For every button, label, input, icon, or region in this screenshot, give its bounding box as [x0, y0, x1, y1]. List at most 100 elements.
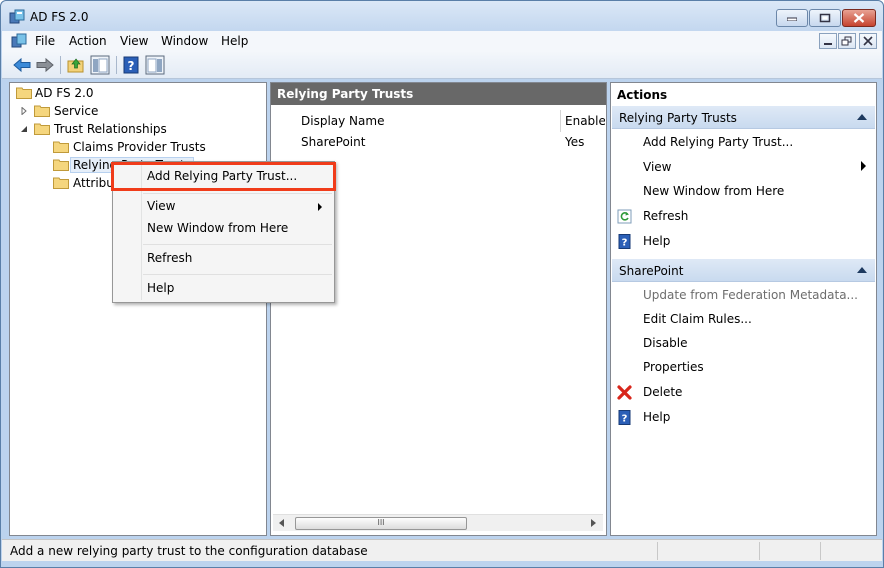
window-title: AD FS 2.0 — [30, 10, 89, 24]
results-pane-header: Relying Party Trusts — [271, 83, 606, 105]
console-tree-pane: AD FS 2.0 Service Trust Relationships Cl… — [9, 82, 267, 536]
horizontal-scrollbar[interactable]: III — [273, 514, 603, 531]
tree-trust-relationships-label: Trust Relationships — [54, 122, 167, 136]
folder-icon — [16, 87, 32, 99]
highlight-annotation-box — [111, 162, 336, 191]
folder-icon — [53, 177, 69, 189]
close-icon — [853, 13, 865, 23]
tree-item-trust-relationships[interactable]: Trust Relationships — [20, 120, 260, 138]
toolbar: ? — [2, 51, 882, 79]
toolbar-separator — [60, 56, 61, 74]
back-arrow-icon[interactable] — [12, 55, 32, 75]
tree-item-service[interactable]: Service — [20, 102, 260, 120]
action-help[interactable]: Help — [643, 234, 670, 248]
scrollbar-thumb[interactable]: III — [295, 517, 467, 530]
tree-service-label: Service — [54, 104, 99, 118]
context-new-window-from-here[interactable]: New Window from Here — [147, 221, 288, 235]
context-help[interactable]: Help — [147, 281, 174, 295]
minimize-icon — [787, 17, 797, 21]
tree-root-label: AD FS 2.0 — [35, 86, 94, 100]
menu-separator — [143, 193, 332, 194]
help-icon: ? — [618, 234, 631, 249]
restore-icon — [819, 13, 831, 23]
child-restore-button[interactable] — [838, 33, 856, 49]
tree-claims-provider-trusts-label: Claims Provider Trusts — [73, 140, 206, 154]
menu-help[interactable]: Help — [221, 34, 248, 48]
collapse-arrow-icon[interactable] — [857, 114, 867, 120]
help-icon: ? — [618, 410, 631, 425]
action-help[interactable]: Help — [643, 410, 670, 424]
maximize-button[interactable] — [809, 9, 841, 27]
menu-separator — [143, 244, 332, 245]
menu-view[interactable]: View — [120, 34, 148, 48]
actions-pane: Actions Relying Party Trusts Add Relying… — [610, 82, 877, 536]
section-title: SharePoint — [619, 264, 684, 278]
scroll-right-arrow-icon[interactable] — [591, 519, 596, 527]
toolbar-separator — [116, 56, 117, 74]
status-bar: Add a new relying party trust to the con… — [2, 539, 882, 561]
minimize-button[interactable] — [776, 9, 808, 27]
folder-icon — [53, 159, 69, 171]
folder-open-icon — [34, 123, 50, 135]
action-refresh[interactable]: Refresh — [643, 209, 688, 223]
child-minimize-button[interactable] — [819, 33, 837, 49]
collapse-arrow-icon[interactable] — [857, 267, 867, 273]
submenu-arrow-icon — [318, 203, 322, 211]
menu-action[interactable]: Action — [69, 34, 107, 48]
section-title: Relying Party Trusts — [619, 111, 737, 125]
context-view[interactable]: View — [147, 199, 175, 213]
column-header-enabled[interactable]: Enabled — [561, 110, 605, 132]
results-pane: Relying Party Trusts Display Name Enable… — [270, 82, 607, 536]
close-icon — [863, 36, 873, 46]
action-properties[interactable]: Properties — [643, 360, 704, 374]
cell-display-name: SharePoint — [301, 135, 366, 149]
action-view[interactable]: View — [643, 160, 671, 174]
status-separator — [657, 542, 658, 560]
refresh-icon — [617, 209, 632, 224]
restore-icon — [841, 36, 852, 46]
context-refresh[interactable]: Refresh — [147, 251, 192, 265]
help-icon[interactable]: ? — [121, 55, 141, 75]
action-new-window-from-here[interactable]: New Window from Here — [643, 184, 784, 198]
status-text: Add a new relying party trust to the con… — [10, 544, 368, 558]
delete-icon — [617, 385, 632, 400]
action-update-from-federation-metadata[interactable]: Update from Federation Metadata... — [643, 288, 858, 302]
action-delete[interactable]: Delete — [643, 385, 682, 399]
actions-section-relying-party-trusts[interactable]: Relying Party Trusts — [612, 106, 875, 129]
action-disable[interactable]: Disable — [643, 336, 688, 350]
actions-pane-title: Actions — [617, 88, 668, 102]
scrollbar-grip: III — [377, 518, 385, 527]
folder-icon — [34, 105, 50, 117]
svg-text:?: ? — [622, 414, 628, 425]
forward-arrow-icon[interactable] — [35, 55, 55, 75]
submenu-arrow-icon — [861, 161, 866, 171]
folder-icon — [53, 141, 69, 153]
app-window: AD FS 2.0 File Action View Window Help ?… — [0, 0, 884, 568]
show-hide-tree-icon[interactable] — [90, 55, 110, 75]
tree-item-claims-provider-trusts[interactable]: Claims Provider Trusts — [39, 138, 259, 156]
column-header-display-name[interactable]: Display Name — [273, 110, 561, 132]
collapse-chevron-icon[interactable] — [20, 125, 28, 133]
status-separator — [759, 542, 760, 560]
action-edit-claim-rules[interactable]: Edit Claim Rules... — [643, 312, 752, 326]
menu-separator — [143, 274, 332, 275]
action-add-relying-party-trust[interactable]: Add Relying Party Trust... — [643, 135, 793, 149]
close-button[interactable] — [842, 9, 876, 27]
expand-chevron-icon[interactable] — [20, 107, 28, 115]
show-hide-action-pane-icon[interactable] — [145, 55, 165, 75]
up-folder-icon[interactable] — [66, 55, 86, 75]
mmc-document-icon[interactable] — [11, 33, 27, 48]
tree-item-root[interactable]: AD FS 2.0 — [14, 84, 254, 102]
menu-file[interactable]: File — [35, 34, 55, 48]
child-close-button[interactable] — [859, 33, 877, 49]
table-row[interactable]: SharePoint Yes — [273, 133, 603, 151]
actions-section-sharepoint[interactable]: SharePoint — [612, 259, 875, 282]
title-bar[interactable]: AD FS 2.0 — [1, 1, 883, 31]
adfs-app-icon — [9, 9, 25, 24]
status-separator — [820, 542, 821, 560]
svg-text:?: ? — [622, 238, 628, 249]
scroll-left-arrow-icon[interactable] — [279, 519, 284, 527]
cell-enabled: Yes — [565, 135, 585, 149]
minimize-icon — [824, 43, 832, 45]
menu-window[interactable]: Window — [161, 34, 208, 48]
